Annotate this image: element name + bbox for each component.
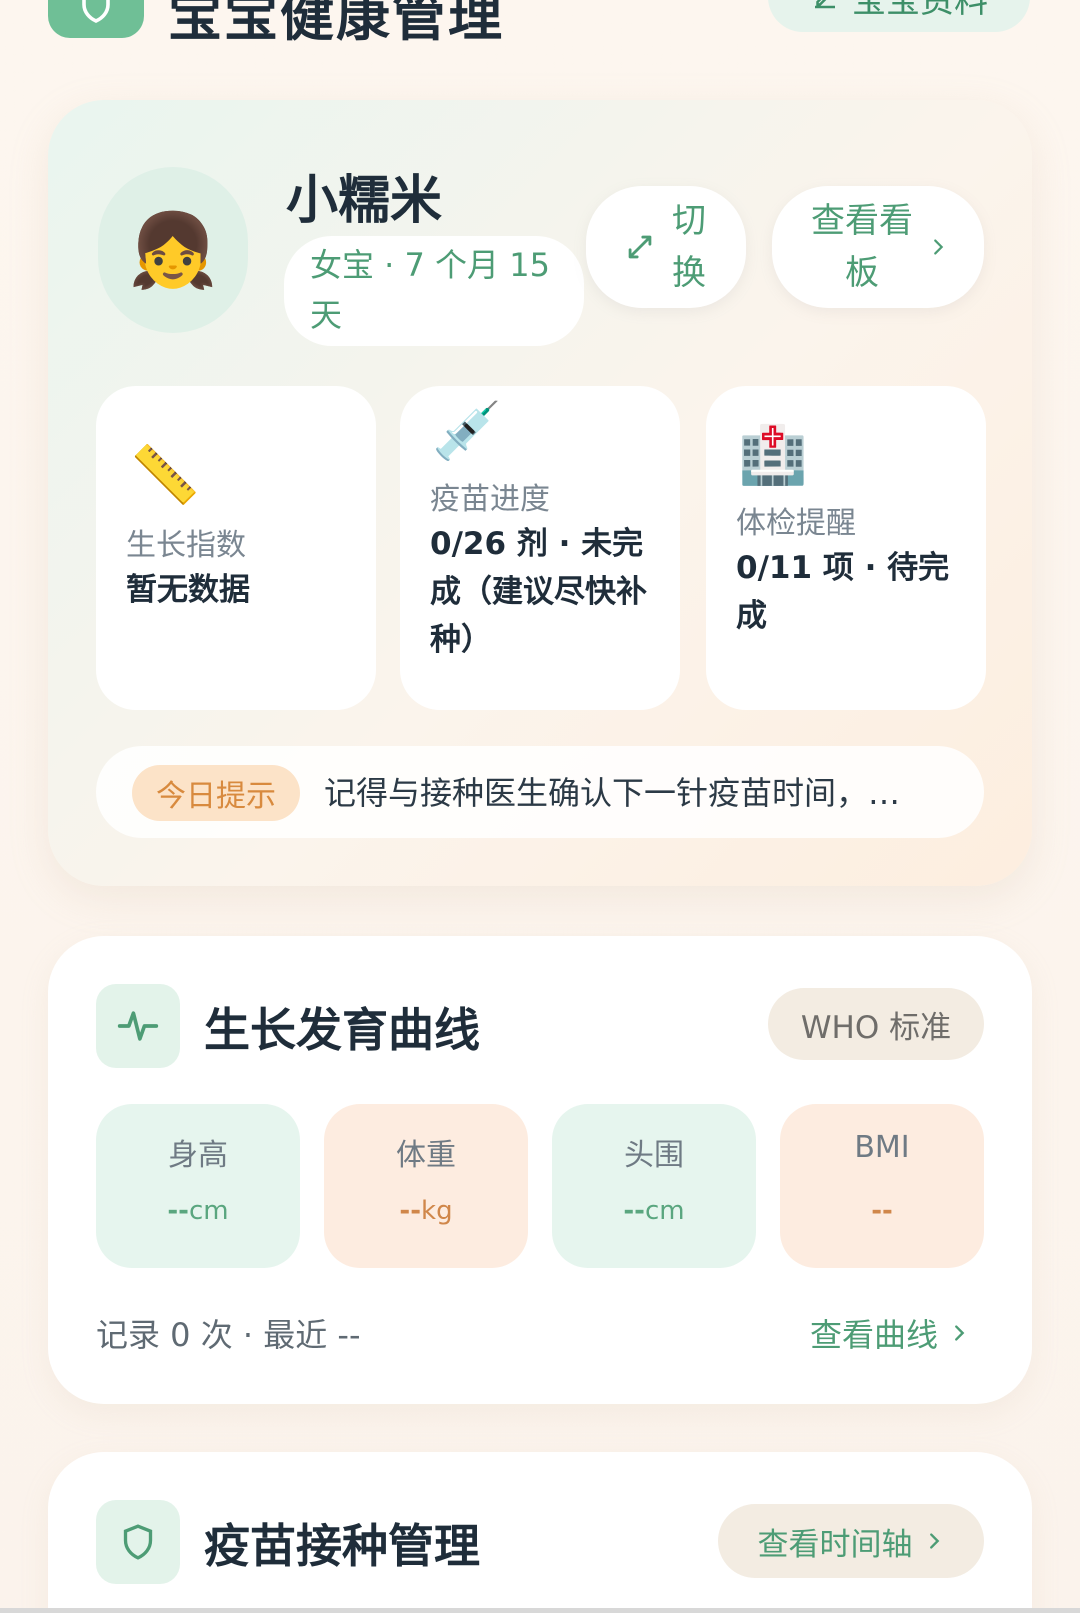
- edit-icon: [815, 0, 835, 9]
- metric-value: --kg: [399, 1196, 453, 1226]
- baby-meta: 女宝 · 7 个月 15 天: [284, 236, 584, 346]
- profile-button-label: 宝宝资料: [852, 0, 988, 21]
- bottom-divider: [0, 1608, 1080, 1613]
- pulse-icon: [96, 984, 180, 1068]
- expand-arrows-icon: [628, 235, 652, 259]
- stat-value: 0/11 项 · 待完成: [736, 550, 950, 634]
- stat-value: 0/26 剂 · 未完成（建议尽快补种）: [430, 526, 647, 658]
- chevron-right-icon: [929, 1533, 939, 1549]
- daily-tip-text: 记得与接种医生确认下一针疫苗时间，…: [324, 774, 901, 812]
- view-dashboard-label: 查看看板: [811, 201, 913, 293]
- growth-title: 生长发育曲线: [204, 1003, 480, 1057]
- metric-value: --cm: [167, 1196, 229, 1226]
- metric-bmi[interactable]: BMI --: [780, 1104, 984, 1268]
- stat-card-vaccine[interactable]: 💉 疫苗进度 0/26 剂 · 未完成（建议尽快补种）: [400, 386, 680, 710]
- app-title: 宝宝健康管理: [168, 0, 504, 48]
- baby-name: 小糯米: [286, 171, 443, 231]
- metric-label: 身高: [168, 1138, 228, 1173]
- shield-icon: [82, 0, 110, 23]
- shield-icon: [96, 1500, 180, 1584]
- metric-label: 体重: [396, 1138, 456, 1173]
- vaccine-title: 疫苗接种管理: [204, 1519, 480, 1573]
- standard-chip[interactable]: WHO 标准: [768, 988, 984, 1060]
- metric-label: BMI: [854, 1130, 910, 1165]
- view-timeline-label: 查看时间轴: [757, 1526, 913, 1563]
- ruler-icon: 📏: [130, 443, 200, 508]
- chevron-right-icon: [955, 1325, 965, 1341]
- view-curve-link[interactable]: 查看曲线: [810, 1310, 970, 1356]
- chevron-right-icon: [934, 239, 944, 255]
- view-curve-label: 查看曲线: [810, 1316, 939, 1354]
- metric-label: 头围: [624, 1138, 684, 1173]
- stat-card-growth[interactable]: 📏 生长指数 暂无数据: [96, 386, 376, 710]
- hospital-icon: 🏥: [738, 423, 808, 488]
- metric-head-circumference[interactable]: 头围 --cm: [552, 1104, 756, 1268]
- profile-button[interactable]: 宝宝资料: [768, 0, 1030, 32]
- stat-label: 体检提醒: [736, 506, 856, 541]
- view-dashboard-button[interactable]: 查看看板: [772, 186, 984, 308]
- switch-baby-label: 切换: [672, 201, 706, 293]
- switch-baby-button[interactable]: 切换: [586, 186, 746, 308]
- stat-label: 疫苗进度: [430, 482, 550, 517]
- daily-tip-tag: 今日提示: [132, 765, 300, 821]
- app-logo: [48, 0, 144, 38]
- stat-label: 生长指数: [126, 528, 246, 563]
- metric-height[interactable]: 身高 --cm: [96, 1104, 300, 1268]
- view-timeline-button[interactable]: 查看时间轴: [718, 1504, 984, 1578]
- stat-value: 暂无数据: [126, 572, 250, 608]
- metric-value: --cm: [623, 1196, 685, 1226]
- syringe-icon: 💉: [432, 399, 502, 464]
- stat-card-checkup[interactable]: 🏥 体检提醒 0/11 项 · 待完成: [706, 386, 986, 710]
- metric-value: --: [871, 1196, 893, 1226]
- record-summary: 记录 0 次 · 最近 --: [96, 1316, 361, 1354]
- avatar: 👧: [98, 167, 248, 333]
- metric-weight[interactable]: 体重 --kg: [324, 1104, 528, 1268]
